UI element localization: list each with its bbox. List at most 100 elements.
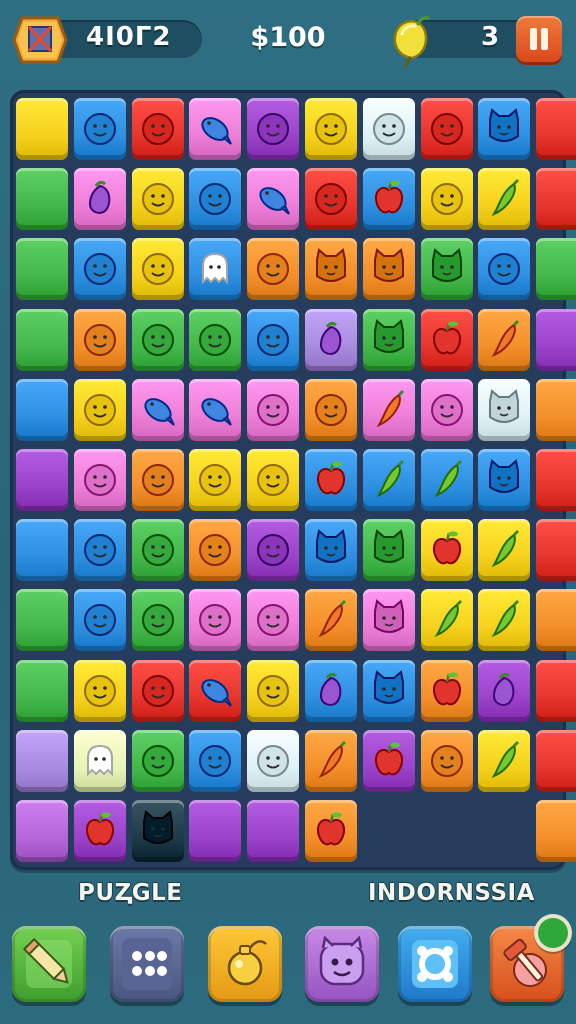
tile-blue-smile[interactable] [247,308,300,371]
monster-button[interactable] [305,926,379,1002]
tile-white-smile[interactable] [247,729,300,792]
tile-blue-smile[interactable] [73,98,126,160]
tile-green[interactable] [16,308,68,371]
tile-yellow-smile[interactable] [189,449,242,511]
pencil-button[interactable] [12,926,86,1002]
tile-dark-cat[interactable] [131,800,184,862]
tile-yellow-pepper[interactable] [478,519,531,582]
tile-pink-smile[interactable] [247,378,300,441]
tile-yellow-smile[interactable] [131,168,184,231]
tile-pink-smile[interactable] [420,378,473,441]
tile-orange-smile[interactable] [420,729,473,792]
tile-pink-fish[interactable] [247,168,300,231]
tile-yellow-smile[interactable] [131,238,184,301]
tile-red-smile[interactable] [131,659,184,722]
tile-yellow-pepper[interactable] [478,589,531,652]
tile-blue-smile[interactable] [73,519,126,582]
tile-orange[interactable] [536,589,576,652]
tile-purple[interactable] [189,800,242,862]
tile-orange-pepper[interactable] [305,589,357,652]
pause-button[interactable] [516,16,562,62]
tile-red[interactable] [536,449,576,511]
tile-orange-apple[interactable] [420,659,473,722]
tile-pink-cat[interactable] [362,589,415,652]
tile-blue-smile[interactable] [189,729,242,792]
tile-pink-fish[interactable] [189,98,242,160]
tile-pink-smile[interactable] [189,589,242,652]
tile-green-smile[interactable] [131,308,184,371]
tile-blue-cat[interactable] [478,449,531,511]
tile-green-smile[interactable] [131,729,184,792]
tile-pink-fish[interactable] [189,378,242,441]
tile-orange-smile[interactable] [131,449,184,511]
tile-yellow-smile[interactable] [305,98,357,160]
tile-green-cat[interactable] [362,519,415,582]
tile-orange-cat[interactable] [362,238,415,301]
tile-yellow-pepper[interactable] [478,168,531,231]
tile-yellow[interactable] [16,98,68,160]
tile-red[interactable] [536,729,576,792]
tile-green-smile[interactable] [131,519,184,582]
tile-red-smile[interactable] [305,168,357,231]
tile-yellow-smile[interactable] [247,659,300,722]
tile-blue-smile[interactable] [73,238,126,301]
tile-orange[interactable] [536,378,576,441]
tile-purple-apple[interactable] [362,729,415,792]
tile-pink-smile[interactable] [247,589,300,652]
dots-button[interactable] [110,926,184,1002]
tile-green[interactable] [16,238,68,301]
tile-purple-eggplant[interactable] [478,659,531,722]
tile-yellow-smile[interactable] [73,378,126,441]
tile-blue[interactable] [16,378,68,441]
tile-blue-smile[interactable] [189,168,242,231]
tile-blue-eggplant[interactable] [305,659,357,722]
tile-red[interactable] [536,98,576,160]
tile-lavender-eggplant[interactable] [305,308,357,371]
tile-red-apple[interactable] [420,308,473,371]
tile-orange-cat[interactable] [305,238,357,301]
tile-violet[interactable] [16,800,68,862]
tile-lime-ghost[interactable] [73,729,126,792]
shuffle-button[interactable] [398,926,472,1002]
tile-green-smile[interactable] [189,308,242,371]
tile-orange-pepper[interactable] [305,729,357,792]
tile-blue-pepper[interactable] [362,449,415,511]
tile-yellow-pepper[interactable] [478,729,531,792]
tile-blue-cat[interactable] [478,98,531,160]
tile-orange-pepper[interactable] [478,308,531,371]
tile-blue-ghost[interactable] [189,238,242,301]
tile-purple[interactable] [536,308,576,371]
tile-green[interactable] [16,168,68,231]
tile-orange-smile[interactable] [305,378,357,441]
tile-orange-apple[interactable] [305,800,357,862]
tile-red-smile[interactable] [131,98,184,160]
tile-pink-smile[interactable] [73,449,126,511]
tile-blue-cat[interactable] [362,659,415,722]
tile-green[interactable] [16,659,68,722]
tile-orange-smile[interactable] [189,519,242,582]
tile-blue-smile[interactable] [478,238,531,301]
tile-orange-smile[interactable] [247,238,300,301]
tile-purple[interactable] [247,800,300,862]
tile-pink-fish[interactable] [131,378,184,441]
tile-purple-smile[interactable] [247,98,300,160]
tile-green[interactable] [16,589,68,652]
tile-green-cat[interactable] [420,238,473,301]
tile-pink-pepper[interactable] [362,378,415,441]
bomb-button[interactable] [208,926,282,1002]
tile-red-fish[interactable] [189,659,242,722]
tile-white-cat[interactable] [478,378,531,441]
tile-blue-apple[interactable] [305,449,357,511]
tile-purple-apple[interactable] [73,800,126,862]
tile-purple-smile[interactable] [247,519,300,582]
tile-yellow-apple[interactable] [420,519,473,582]
tile-blue-apple[interactable] [362,168,415,231]
tile-green[interactable] [536,238,576,301]
tile-yellow-smile[interactable] [73,659,126,722]
tile-blue-smile[interactable] [73,589,126,652]
tile-red[interactable] [536,659,576,722]
tile-pink-eggplant[interactable] [73,168,126,231]
tile-blue[interactable] [16,519,68,582]
tile-orange[interactable] [536,800,576,862]
tile-red[interactable] [536,168,576,231]
